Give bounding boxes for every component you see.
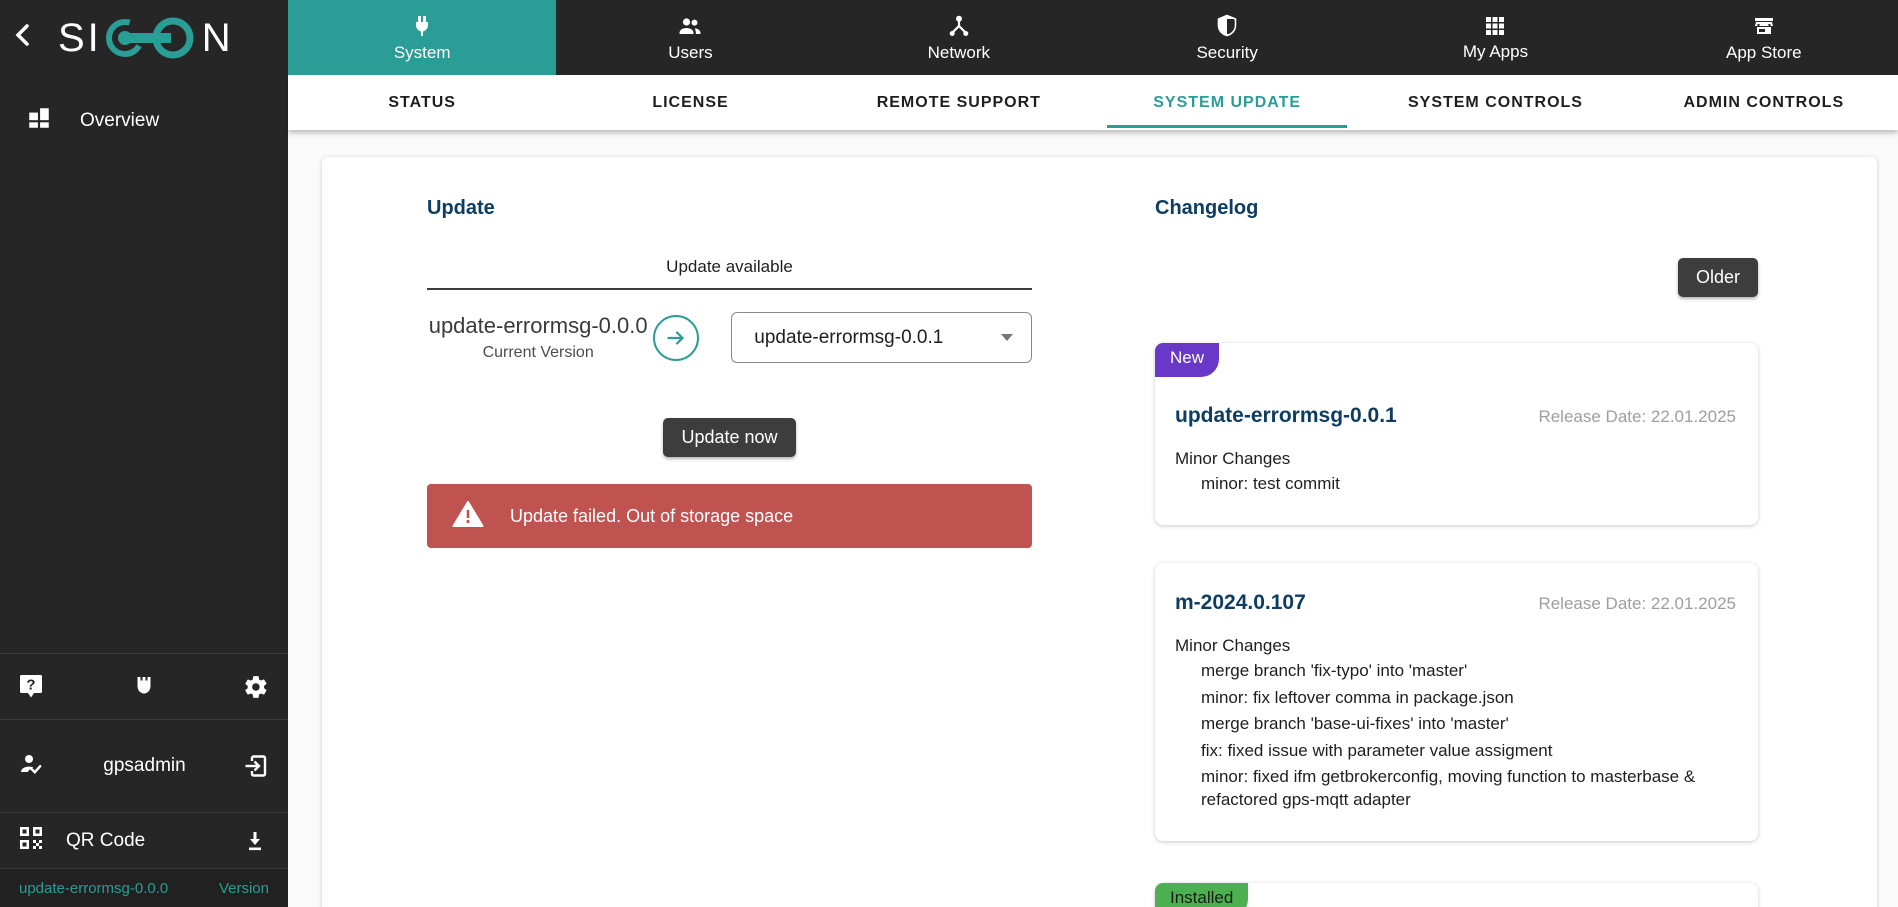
sidebar-version-bar: update-errormsg-0.0.0 Version (0, 868, 288, 907)
download-icon[interactable] (243, 829, 267, 853)
logo-text-left: SI (58, 18, 102, 58)
subnav-system-update[interactable]: SYSTEM UPDATE (1093, 75, 1361, 130)
tab-system[interactable]: System (288, 0, 556, 75)
subnav-remote-support[interactable]: REMOTE SUPPORT (825, 75, 1093, 130)
tab-label: System (394, 43, 451, 63)
changelog-section: Changelog Older New update-errormsg-0.0.… (1155, 197, 1758, 907)
changelog-card: m-2024.0.107 Release Date: 22.01.2025 Mi… (1155, 563, 1758, 841)
top-navigation-bar: SI N System Users Ne (0, 0, 1898, 75)
changes-section-label: Minor Changes (1175, 636, 1736, 656)
sidebar-spacer (0, 154, 288, 653)
chevron-left-icon (12, 22, 34, 53)
changes-list: minor: test commit (1175, 473, 1736, 495)
tab-app-store[interactable]: App Store (1630, 0, 1898, 75)
apps-grid-icon (1484, 15, 1506, 37)
subnav-admin-controls[interactable]: ADMIN CONTROLS (1630, 75, 1898, 130)
qr-code-icon (18, 825, 44, 856)
logo-text-right: N (202, 18, 234, 58)
change-line: fix: fixed issue with parameter value as… (1201, 740, 1736, 762)
users-icon (677, 14, 703, 38)
target-version-value: update-errormsg-0.0.1 (754, 327, 1001, 349)
system-update-panel: Update Update available update-errormsg-… (322, 157, 1877, 907)
target-version-select[interactable]: update-errormsg-0.0.1 (731, 312, 1032, 363)
sidebar-icons-row: ? (0, 653, 288, 719)
older-button[interactable]: Older (1678, 258, 1758, 297)
chevron-down-icon (1001, 334, 1013, 341)
plug-connector-icon[interactable] (133, 674, 155, 700)
sidebar: Overview ? gpsadmin QR Code (0, 75, 288, 907)
tab-my-apps[interactable]: My Apps (1361, 0, 1629, 75)
version-value: update-errormsg-0.0.0 (19, 880, 168, 897)
sidebar-item-label: Overview (80, 110, 159, 132)
help-icon[interactable]: ? (18, 673, 44, 701)
svg-text:?: ? (26, 676, 35, 693)
current-version-value: update-errormsg-0.0.0 (427, 313, 649, 339)
store-icon (1752, 14, 1776, 38)
tab-label: Security (1196, 43, 1257, 63)
tab-users[interactable]: Users (556, 0, 824, 75)
version-row: update-errormsg-0.0.0 Current Version up… (427, 312, 1032, 363)
tab-label: Users (668, 43, 712, 63)
update-title: Update (427, 197, 1032, 220)
shield-icon (1215, 14, 1239, 38)
arrow-right-circle-icon (653, 315, 699, 361)
subnav-license[interactable]: LICENSE (556, 75, 824, 130)
change-line: merge branch 'fix-typo' into 'master' (1201, 660, 1736, 682)
subnav-system-controls[interactable]: SYSTEM CONTROLS (1361, 75, 1629, 130)
release-date: Release Date: 22.01.2025 (1538, 407, 1736, 427)
changelog-version: update-errormsg-0.0.1 (1175, 404, 1397, 428)
tab-label: My Apps (1463, 42, 1528, 62)
plug-icon (410, 14, 434, 38)
update-available-text: Update available (427, 257, 1032, 277)
gear-icon[interactable] (243, 674, 269, 700)
main-content: Update Update available update-errormsg-… (288, 130, 1898, 907)
user-check-icon (18, 751, 46, 782)
update-divider (427, 288, 1032, 290)
update-now-button[interactable]: Update now (663, 418, 795, 457)
tab-label: Network (928, 43, 990, 63)
top-tabs: System Users Network Security (288, 0, 1898, 75)
sidebar-item-overview[interactable]: Overview (0, 75, 288, 154)
change-line: minor: fixed ifm getbrokerconfig, moving… (1201, 766, 1736, 811)
changes-section-label: Minor Changes (1175, 449, 1736, 469)
tab-network[interactable]: Network (825, 0, 1093, 75)
qr-code-label: QR Code (66, 830, 243, 852)
current-version-label: Current Version (427, 344, 649, 362)
changes-list: merge branch 'fix-typo' into 'master' mi… (1175, 660, 1736, 811)
tab-label: App Store (1726, 43, 1802, 63)
change-line: minor: test commit (1201, 473, 1736, 495)
changelog-card: New update-errormsg-0.0.1 Release Date: … (1155, 343, 1758, 525)
sicon-logo: SI N (58, 12, 234, 64)
installed-badge: Installed (1155, 883, 1248, 907)
changelog-version: m-2024.0.107 (1175, 591, 1306, 615)
change-line: minor: fix leftover comma in package.jso… (1201, 687, 1736, 709)
new-badge: New (1155, 343, 1219, 377)
change-line: merge branch 'base-ui-fixes' into 'maste… (1201, 713, 1736, 735)
update-section: Update Update available update-errormsg-… (427, 197, 1032, 907)
current-version-block: update-errormsg-0.0.0 Current Version (427, 313, 649, 362)
logo-co-glyph (104, 12, 200, 64)
error-message-text: Update failed. Out of storage space (510, 506, 793, 527)
username-label: gpsadmin (46, 755, 243, 777)
release-date: Release Date: 22.01.2025 (1538, 594, 1736, 614)
tab-security[interactable]: Security (1093, 0, 1361, 75)
network-icon (947, 14, 971, 38)
subnav-status[interactable]: STATUS (288, 75, 556, 130)
dashboard-icon (26, 105, 52, 136)
sidebar-qr-row[interactable]: QR Code (0, 812, 288, 868)
brand-area: SI N (0, 0, 288, 75)
changelog-card: Installed (1155, 883, 1758, 907)
warning-triangle-icon (452, 500, 484, 533)
system-subnav: STATUS LICENSE REMOTE SUPPORT SYSTEM UPD… (288, 75, 1898, 130)
back-chevron-button[interactable] (0, 0, 46, 75)
logout-icon[interactable] (243, 753, 269, 779)
sidebar-account-row: gpsadmin (0, 719, 288, 812)
update-error-alert: Update failed. Out of storage space (427, 484, 1032, 548)
version-label: Version (219, 880, 269, 897)
changelog-title: Changelog (1155, 197, 1758, 220)
